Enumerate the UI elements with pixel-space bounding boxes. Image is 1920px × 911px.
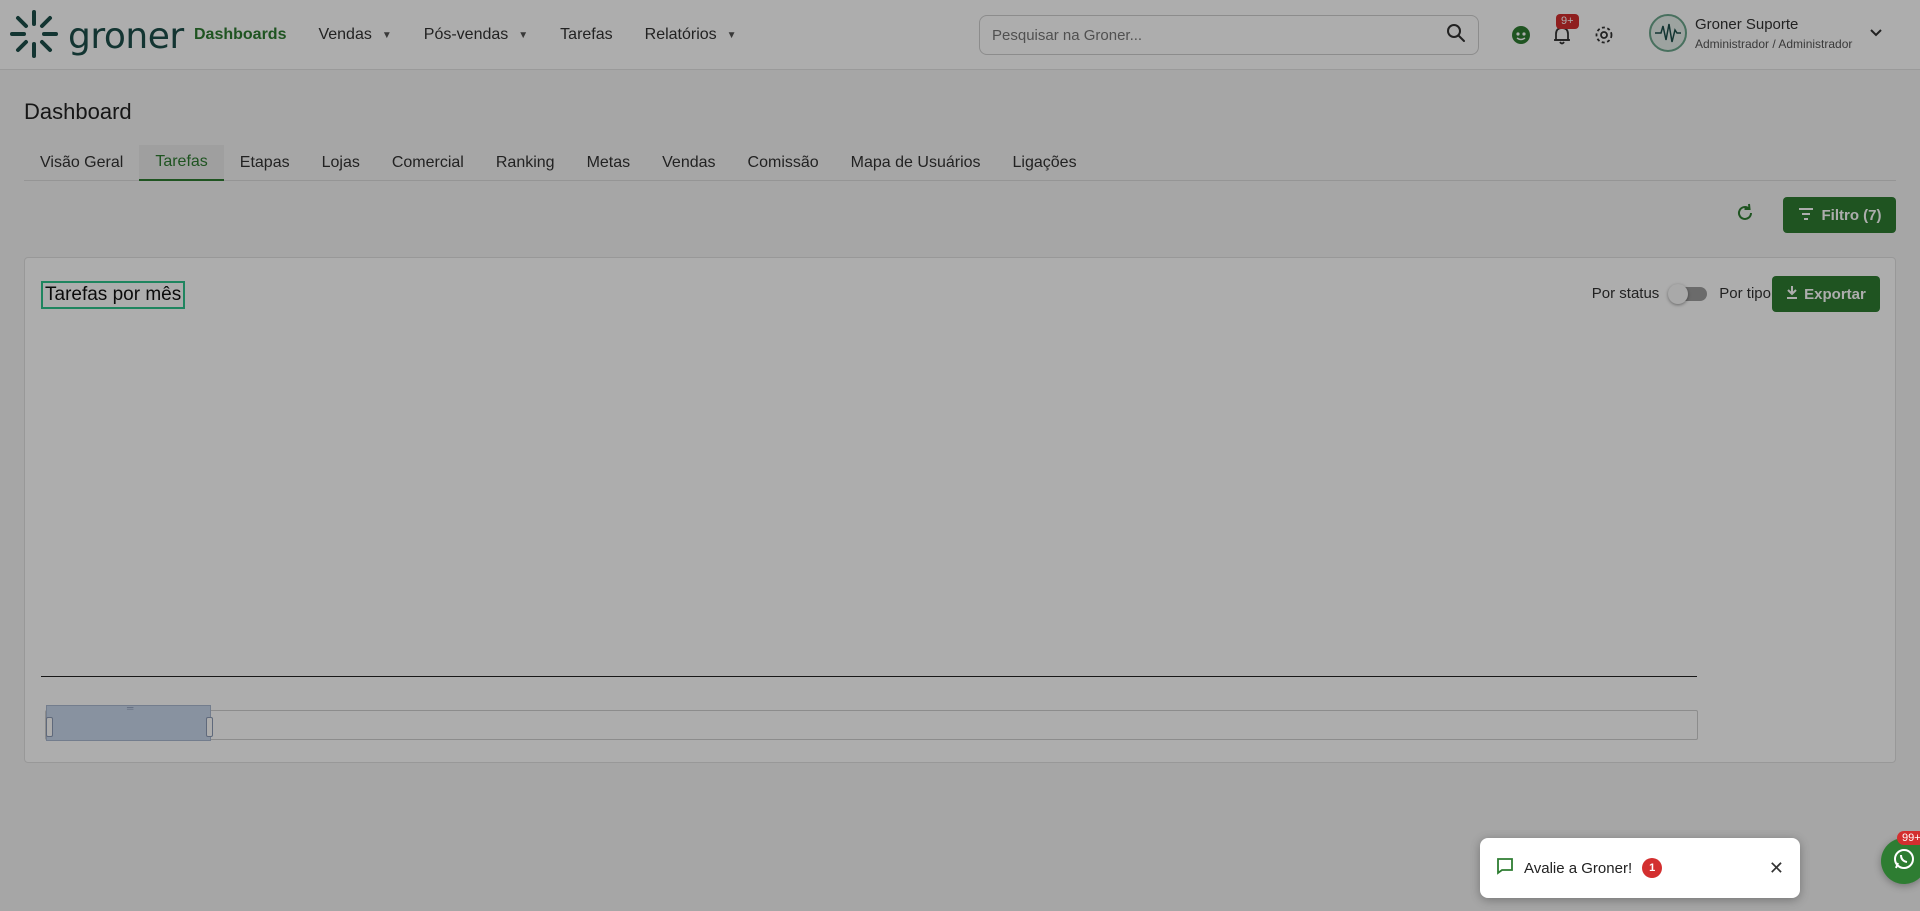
whatsapp-badge: 99+ (1897, 831, 1920, 845)
close-icon[interactable]: ✕ (1769, 858, 1784, 879)
toast-badge: 1 (1642, 858, 1663, 878)
toast-text: Avalie a Groner! (1524, 859, 1633, 877)
chat-icon (1496, 857, 1514, 880)
feedback-toast[interactable]: Avalie a Groner! 1 ✕ (1480, 838, 1800, 898)
whatsapp-icon (1892, 847, 1916, 876)
modal-overlay[interactable] (0, 0, 1920, 911)
